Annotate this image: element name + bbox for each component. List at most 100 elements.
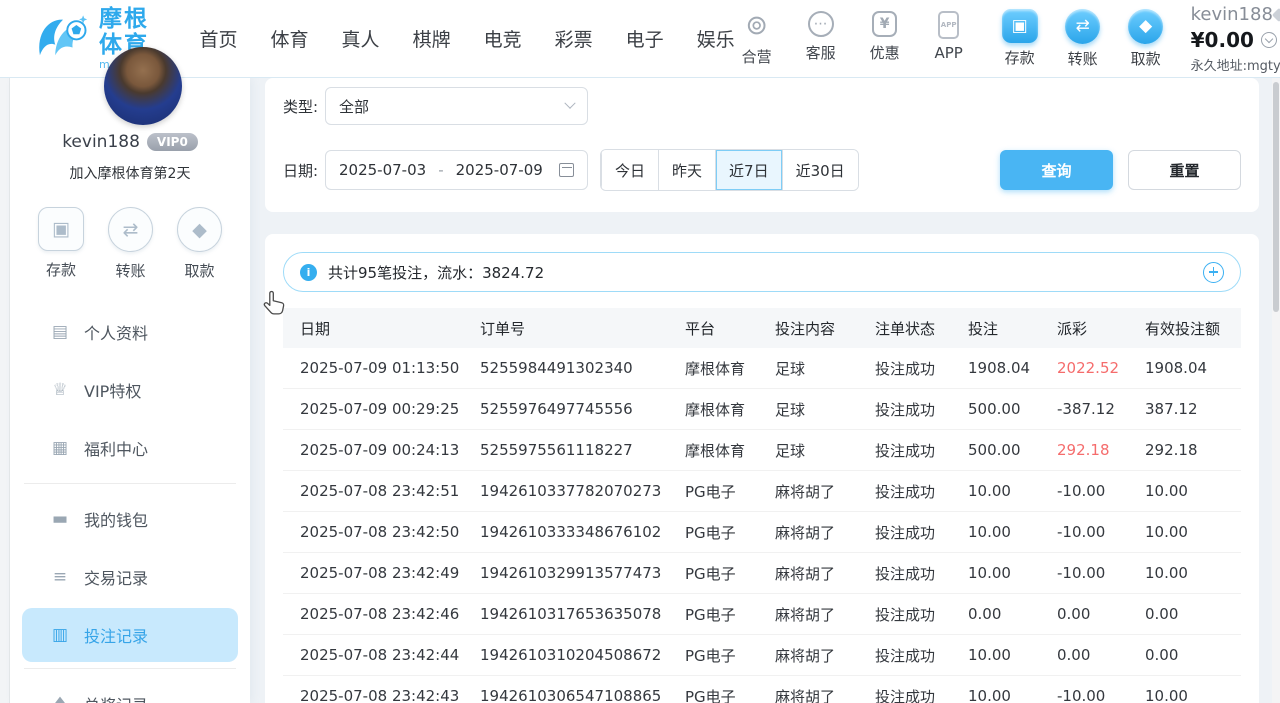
- table-row: 2025-07-09 01:13:50 5255984491302340 摩根体…: [283, 348, 1241, 389]
- wallet-action-transfer[interactable]: ⇄ 转账: [1060, 9, 1106, 69]
- nav-item[interactable]: 体育: [271, 25, 309, 52]
- range-yesterday[interactable]: 昨天: [658, 150, 715, 190]
- scrollbar-thumb[interactable]: [1273, 82, 1279, 312]
- search-button[interactable]: 查询: [1000, 150, 1113, 190]
- cell-order-id: 1942610329913577473: [480, 564, 685, 582]
- nav-item[interactable]: 电子: [626, 25, 664, 52]
- quick-link-customer-service[interactable]: ⋯ 客服: [799, 11, 843, 67]
- nav-item[interactable]: 首页: [200, 25, 238, 52]
- menu-label: VIP特权: [84, 378, 141, 402]
- table-row: 2025-07-08 23:42:44 1942610310204508672 …: [283, 635, 1241, 676]
- cell-status: 投注成功: [875, 522, 968, 543]
- sidebar-item-bet-records[interactable]: ▥ 投注记录: [22, 608, 238, 662]
- cell-bet-content: 麻将胡了: [775, 481, 875, 502]
- cell-order-id: 5255984491302340: [480, 359, 685, 377]
- type-filter-label: 类型:: [283, 96, 325, 117]
- sidebar-item-vip[interactable]: ♕ VIP特权: [10, 361, 250, 419]
- type-select-value: 全部: [339, 96, 369, 117]
- cell-valid-bet: 10.00: [1145, 523, 1241, 541]
- wallet-action-label: 取款: [1131, 48, 1161, 69]
- table-row: 2025-07-08 23:42:43 1942610306547108865 …: [283, 676, 1241, 703]
- table-header-cell: 投注: [968, 318, 1057, 339]
- wallet-action-deposit[interactable]: ▣ 存款: [38, 207, 84, 281]
- menu-label: 交易记录: [84, 565, 148, 589]
- cell-date: 2025-07-08 23:42:46: [300, 605, 480, 623]
- cell-order-id: 5255976497745556: [480, 400, 685, 418]
- balance-dropdown-icon[interactable]: [1261, 32, 1277, 48]
- cell-platform: 摩根体育: [685, 399, 775, 420]
- cell-bet-content: 麻将胡了: [775, 686, 875, 703]
- cell-bet-content: 麻将胡了: [775, 563, 875, 584]
- cell-valid-bet: 10.00: [1145, 687, 1241, 703]
- sidebar-item-redeem-records[interactable]: ♦ 兑奖记录: [10, 675, 250, 703]
- sidebar-item-my-wallet[interactable]: ▬ 我的钱包: [10, 490, 250, 548]
- sidebar: kevin188 VIP0 加入摩根体育第2天 ▣ 存款 ⇄ 转账 ◆ 取款: [10, 78, 250, 703]
- wallet-action-withdraw[interactable]: ◆ 取款: [177, 207, 222, 281]
- quick-link-label: 合营: [742, 46, 772, 67]
- brand-logo-icon: [34, 13, 90, 65]
- cell-bet-amount: 10.00: [968, 482, 1057, 500]
- cell-bet-amount: 10.00: [968, 687, 1057, 703]
- balance-amount: ¥0.00: [1191, 28, 1254, 52]
- wallet-action-withdraw[interactable]: ◆ 取款: [1123, 9, 1169, 69]
- scrollbar: [1272, 78, 1280, 703]
- menu-label: 个人资料: [84, 320, 148, 344]
- cell-date: 2025-07-08 23:42:51: [300, 482, 480, 500]
- withdraw-icon: ◆: [1128, 9, 1163, 44]
- date-range-input[interactable]: 2025-07-03 - 2025-07-09: [325, 150, 588, 190]
- quick-link-promotions[interactable]: ¥ 优惠: [863, 11, 907, 67]
- cell-bet-amount: 10.00: [968, 646, 1057, 664]
- cell-payout: 0.00: [1057, 605, 1145, 623]
- main-content: 类型: 全部 日期: 2025-07-03 - 2025-07-09 今日昨天近…: [265, 78, 1259, 703]
- quick-link-partnership[interactable]: ⊚ 合营: [735, 11, 779, 67]
- nav-item[interactable]: 棋牌: [413, 25, 451, 52]
- wallet-action-label: 存款: [1005, 47, 1035, 68]
- cell-bet-content: 足球: [775, 399, 875, 420]
- nav-item[interactable]: 娱乐: [697, 25, 735, 52]
- results-card: 共计95笔投注，流水：3824.72 日期订单号平台投注内容注单状态投注派彩有效…: [265, 234, 1259, 703]
- cell-date: 2025-07-09 01:13:50: [300, 359, 480, 377]
- type-select[interactable]: 全部: [325, 87, 588, 125]
- vip-crown-icon: ♕: [50, 380, 70, 400]
- quick-link-app[interactable]: APP APP: [927, 11, 971, 67]
- nav-item[interactable]: 电竞: [484, 25, 522, 52]
- cell-bet-content: 足球: [775, 440, 875, 461]
- cell-valid-bet: 1908.04: [1145, 359, 1241, 377]
- cell-order-id: 1942610310204508672: [480, 646, 685, 664]
- wallet-action-deposit[interactable]: ▣ 存款: [997, 9, 1043, 69]
- table-row: 2025-07-08 23:42:49 1942610329913577473 …: [283, 553, 1241, 594]
- quick-link-label: 优惠: [870, 42, 900, 63]
- top-navigation: 首页 体育 真人 棋牌 电竞 彩票 电子 娱乐: [200, 25, 735, 52]
- cell-bet-amount: 500.00: [968, 400, 1057, 418]
- date-filter-label: 日期:: [283, 160, 325, 181]
- range-last-7-days[interactable]: 近7日: [715, 150, 782, 190]
- table-header-cell: 有效投注额: [1145, 318, 1241, 339]
- table-header-cell: 订单号: [480, 318, 685, 339]
- cell-bet-content: 麻将胡了: [775, 604, 875, 625]
- cell-platform: PG电子: [685, 645, 775, 666]
- summary-bar: 共计95笔投注，流水：3824.72: [283, 252, 1241, 292]
- wallet-action-transfer[interactable]: ⇄ 转账: [108, 207, 153, 281]
- cell-status: 投注成功: [875, 604, 968, 625]
- cell-order-id: 5255975561118227: [480, 441, 685, 459]
- sidebar-item-profile[interactable]: ▤ 个人资料: [10, 303, 250, 361]
- wallet-action-label: 存款: [46, 259, 76, 280]
- table-header-cell: 日期: [300, 318, 480, 339]
- cell-bet-content: 麻将胡了: [775, 522, 875, 543]
- cell-payout: -10.00: [1057, 564, 1145, 582]
- table-header-cell: 派彩: [1057, 318, 1145, 339]
- nav-item[interactable]: 彩票: [555, 25, 593, 52]
- sidebar-item-transactions[interactable]: ≡ 交易记录: [10, 548, 250, 606]
- reset-button[interactable]: 重置: [1128, 150, 1241, 190]
- menu-label: 投注记录: [84, 623, 148, 647]
- expand-plus-icon[interactable]: [1203, 262, 1224, 283]
- table-header-row: 日期订单号平台投注内容注单状态投注派彩有效投注额: [283, 308, 1241, 348]
- range-last-30-days[interactable]: 近30日: [782, 150, 858, 190]
- sidebar-item-welfare[interactable]: ▦ 福利中心: [10, 419, 250, 477]
- cell-platform: PG电子: [685, 563, 775, 584]
- nav-item[interactable]: 真人: [342, 25, 380, 52]
- quick-link-label: 客服: [806, 42, 836, 63]
- range-today[interactable]: 今日: [601, 150, 658, 190]
- info-icon: [300, 264, 317, 281]
- sidebar-avatar[interactable]: [104, 47, 182, 125]
